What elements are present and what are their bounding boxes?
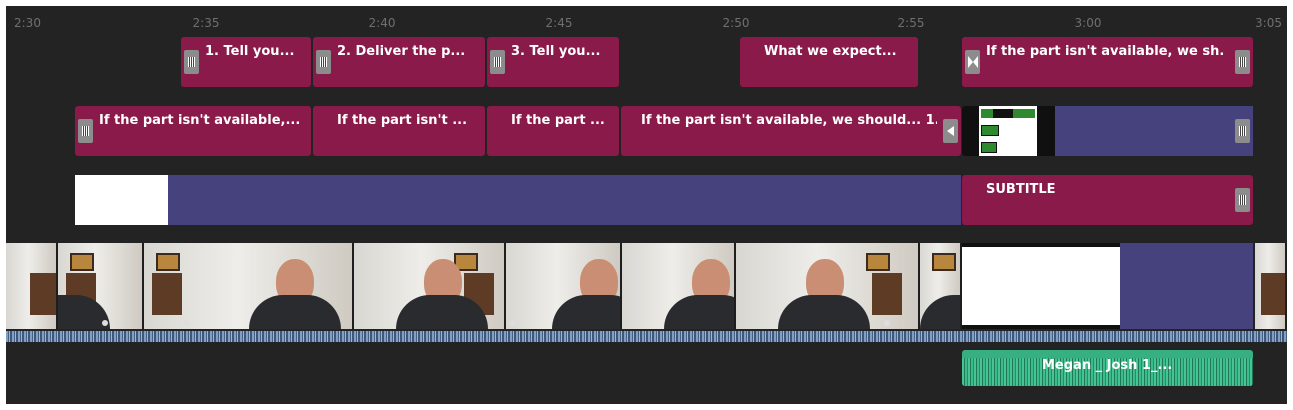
caption-clip[interactable]: If the part ... bbox=[487, 106, 619, 156]
timeline-panel[interactable]: 2:30 2:35 2:40 2:45 2:50 2:55 3:00 3:05 … bbox=[6, 6, 1287, 404]
collapse-arrow-icon[interactable] bbox=[943, 119, 958, 143]
graphic-clip[interactable] bbox=[962, 106, 1253, 156]
caption-clip[interactable]: If the part isn't ... bbox=[313, 106, 485, 156]
placeholder-video-clip[interactable] bbox=[962, 243, 1253, 329]
caption-clip-label: SUBTITLE bbox=[986, 182, 1056, 197]
caption-clip[interactable]: If the part isn't available, we sh... bbox=[962, 37, 1253, 87]
white-matte-clip[interactable] bbox=[75, 175, 168, 225]
audio-clip[interactable]: Megan _ Josh 1_... bbox=[962, 350, 1253, 386]
caption-clip-label: If the part ... bbox=[511, 113, 605, 128]
video-thumbnail[interactable] bbox=[144, 243, 354, 329]
trim-handle-icon[interactable] bbox=[184, 50, 199, 74]
caption-clip[interactable]: 1. Tell you... bbox=[181, 37, 311, 87]
video-thumbnail[interactable] bbox=[736, 243, 920, 329]
caption-clip[interactable]: 3. Tell you... bbox=[487, 37, 619, 87]
caption-clip[interactable]: If the part isn't available, we should..… bbox=[621, 106, 961, 156]
caption-clip-label: 1. Tell you... bbox=[205, 44, 295, 59]
video-thumbnail[interactable] bbox=[506, 243, 622, 329]
ruler-tick: 2:30 bbox=[14, 16, 41, 30]
caption-clip-label: 2. Deliver the p... bbox=[337, 44, 466, 59]
ruler-tick: 2:50 bbox=[722, 16, 750, 30]
caption-clip-label: What we expect... bbox=[764, 44, 897, 59]
caption-clip[interactable]: What we expect... bbox=[740, 37, 918, 87]
trim-handle-icon[interactable] bbox=[1235, 119, 1250, 143]
caption-clip[interactable]: If the part isn't available,... bbox=[75, 106, 311, 156]
caption-clip-label: If the part isn't available, we sh... bbox=[986, 44, 1225, 59]
ruler-tick: 2:40 bbox=[368, 16, 396, 30]
video-audio-waveform bbox=[6, 331, 1287, 342]
video-thumbnail[interactable] bbox=[58, 243, 144, 329]
video-thumbnail[interactable] bbox=[622, 243, 736, 329]
ruler-tick: 2:55 bbox=[897, 16, 925, 30]
caption-clip[interactable]: 2. Deliver the p... bbox=[313, 37, 485, 87]
trim-handle-icon[interactable] bbox=[490, 50, 505, 74]
ruler-tick: 2:35 bbox=[192, 16, 220, 30]
ruler-tick: 3:00 bbox=[1074, 16, 1102, 30]
ruler-tick: 2:45 bbox=[545, 16, 573, 30]
placeholder-block bbox=[1055, 106, 1253, 156]
trim-handle-icon[interactable] bbox=[1235, 50, 1250, 74]
trim-handle-icon[interactable] bbox=[1235, 188, 1250, 212]
caption-clip-label: If the part isn't available,... bbox=[99, 113, 301, 128]
video-thumbnail[interactable] bbox=[354, 243, 506, 329]
trim-handle-icon[interactable] bbox=[78, 119, 93, 143]
transition-icon[interactable] bbox=[965, 50, 980, 74]
trim-handle-icon[interactable] bbox=[316, 50, 331, 74]
subtitle-clip[interactable]: SUBTITLE bbox=[962, 175, 1253, 225]
ruler-tick: 3:05 bbox=[1255, 16, 1282, 30]
white-matte bbox=[962, 247, 1120, 325]
placeholder-clip[interactable] bbox=[168, 175, 961, 225]
video-thumbnail[interactable] bbox=[6, 243, 58, 329]
caption-clip-label: 3. Tell you... bbox=[511, 44, 601, 59]
caption-clip-label: If the part isn't ... bbox=[337, 113, 468, 128]
video-thumbnail[interactable] bbox=[920, 243, 962, 329]
caption-clip-label: If the part isn't available, we should..… bbox=[641, 113, 937, 128]
placeholder-block bbox=[1120, 243, 1253, 329]
graphic-thumbnail bbox=[979, 106, 1037, 156]
video-thumbnail[interactable] bbox=[1255, 243, 1287, 329]
audio-clip-label: Megan _ Josh 1_... bbox=[1042, 358, 1173, 373]
